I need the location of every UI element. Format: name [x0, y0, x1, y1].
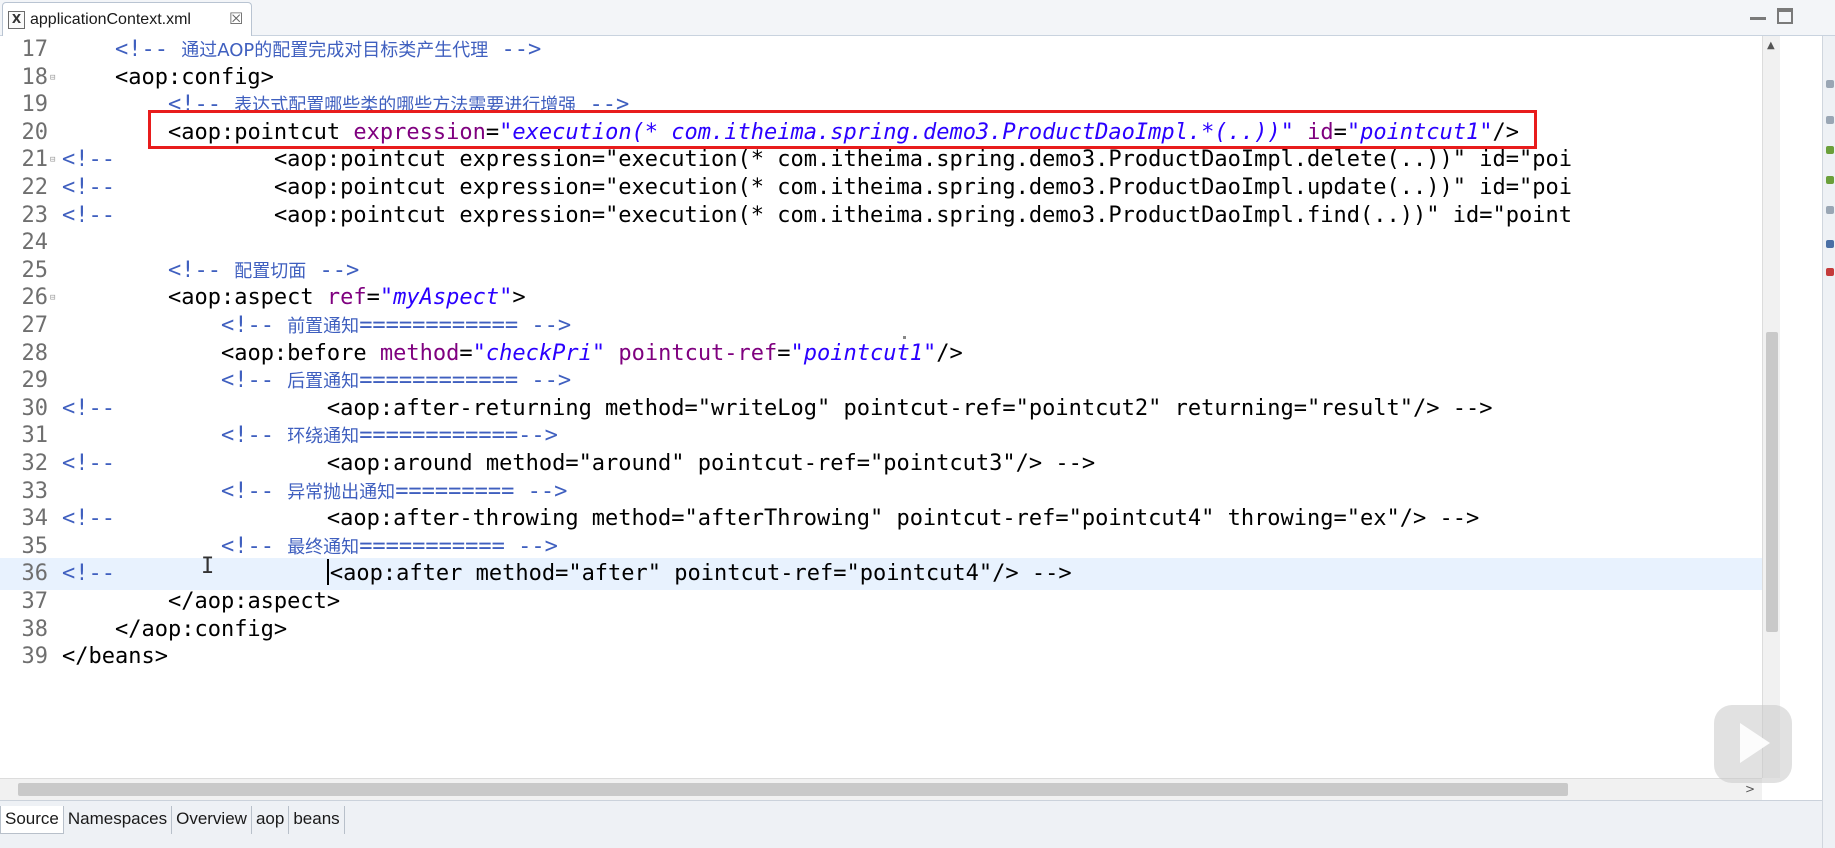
bottom-tab-namespaces[interactable]: Namespaces [64, 806, 173, 834]
code-token: <aop:aspect [167, 285, 327, 311]
code-token: <aop:pointcut expression="execution(* co… [273, 175, 1572, 200]
code-token: <!-- [220, 368, 288, 394]
code-token: <!-- [220, 533, 288, 559]
code-token: <!-- [220, 478, 288, 504]
code-token: "myAspect" [379, 285, 513, 311]
code-token: ========= --> [395, 478, 568, 504]
comment-prefix: <!-- [62, 561, 115, 587]
code-token: > [512, 285, 526, 311]
outline-icon[interactable] [1826, 80, 1834, 88]
code-token: "checkPri" [472, 340, 606, 366]
vertical-scrollbar[interactable]: ▲ [1762, 36, 1780, 778]
code-token: ref [326, 285, 367, 311]
code-token: 异常抛出通知 [287, 481, 396, 503]
code-token: "pointcut1" [790, 340, 937, 366]
comment-prefix: <!-- [62, 147, 115, 173]
code-token: = [777, 340, 791, 366]
error-log-icon[interactable] [1826, 268, 1834, 276]
comment-prefix: <!-- [62, 175, 115, 200]
code-token: <aop:after-returning method="writeLog" p… [326, 395, 1493, 421]
code-token: </aop:config> [114, 616, 288, 642]
video-play-icon[interactable] [1714, 705, 1792, 783]
search-view-icon[interactable] [1826, 206, 1834, 214]
horizontal-scroll-thumb[interactable] [18, 783, 1568, 796]
code-token: = [459, 340, 473, 366]
code-token: <!-- [220, 313, 288, 338]
fold-toggle-icon[interactable]: ⊟ [50, 73, 55, 83]
code-token: --> [306, 257, 360, 283]
code-token: ============ --> [359, 313, 572, 338]
editor-tab-bar: X applicationContext.xml ☒ [0, 0, 1835, 36]
code-token: <aop:pointcut expression="execution(* co… [273, 147, 1572, 173]
scroll-up-icon[interactable]: ▲ [1767, 40, 1775, 51]
code-token: <aop:config> [114, 64, 274, 90]
code-token: method [379, 340, 460, 366]
horizontal-scrollbar[interactable]: > [0, 778, 1762, 800]
close-tab-icon[interactable]: ☒ [229, 9, 243, 28]
code-token: <aop:after-throwing method="afterThrowin… [326, 506, 1480, 532]
task-list-icon[interactable] [1826, 116, 1834, 124]
comment-prefix: <!-- [62, 506, 115, 532]
code-line[interactable]: 39 </beans> [0, 641, 1762, 673]
code-token: 后置通知 [287, 371, 360, 393]
bottom-tab-beans[interactable]: beans [289, 806, 345, 834]
line-number: 39 [21, 644, 49, 670]
highlight-box [148, 110, 1537, 149]
tab-application-context[interactable]: X applicationContext.xml ☒ [2, 2, 252, 36]
maximize-icon[interactable] [1777, 8, 1793, 24]
code-token: 通过AOP的配置完成对目标类产生代理 [181, 40, 489, 61]
ibeam-cursor-icon: I [201, 554, 215, 579]
problems-icon[interactable] [1826, 146, 1834, 154]
comment-prefix: <!-- [62, 202, 115, 228]
code-token: /> [936, 340, 963, 366]
console-icon[interactable] [1826, 176, 1834, 184]
vertical-scroll-thumb[interactable] [1766, 332, 1778, 632]
line-code: </beans> [62, 641, 168, 673]
bottom-tab-overview[interactable]: Overview [172, 806, 252, 834]
code-token: 前置通知 [287, 316, 360, 337]
servers-icon[interactable] [1826, 240, 1834, 248]
code-token: <!-- [167, 257, 235, 283]
editor-bottom-tabs: Source Namespaces Overview aop beans [0, 800, 1822, 848]
cursor-dot [903, 336, 906, 339]
code-token: <aop:around method="around" pointcut-ref… [326, 451, 1096, 476]
code-token: ============ --> [359, 368, 572, 394]
code-token: =========== --> [359, 533, 558, 559]
fold-toggle-icon[interactable]: ⊟ [50, 156, 55, 165]
right-toolbar-strip [1822, 36, 1835, 848]
scroll-right-icon[interactable]: > [1745, 782, 1755, 796]
minimize-icon[interactable] [1750, 8, 1766, 20]
code-token: </beans> [62, 644, 168, 670]
code-token: <aop:before [220, 340, 380, 366]
code-token: <!-- [220, 423, 288, 449]
fold-toggle-icon[interactable]: ⊟ [50, 294, 55, 303]
tab-label: applicationContext.xml [30, 11, 191, 28]
xml-file-icon: X [8, 11, 25, 29]
comment-prefix: <!-- [62, 451, 115, 476]
code-token: <!-- [114, 37, 182, 62]
code-token: </aop:aspect> [167, 589, 341, 614]
bottom-tab-source[interactable]: Source [0, 806, 64, 834]
code-token: 配置切面 [234, 260, 307, 282]
comment-prefix: <!-- [62, 395, 115, 421]
code-token: <aop:after method="after" pointcut-ref="… [329, 561, 1072, 587]
code-token: = [366, 285, 380, 311]
code-token: ============--> [359, 423, 558, 449]
code-token: --> [488, 37, 542, 62]
code-token: 最终通知 [287, 536, 360, 558]
code-token: 环绕通知 [287, 426, 360, 448]
code-token: <aop:pointcut expression="execution(* co… [273, 202, 1572, 228]
text-caret [326, 559, 329, 586]
bottom-tab-aop[interactable]: aop [252, 806, 290, 834]
code-token: pointcut-ref [618, 340, 778, 366]
